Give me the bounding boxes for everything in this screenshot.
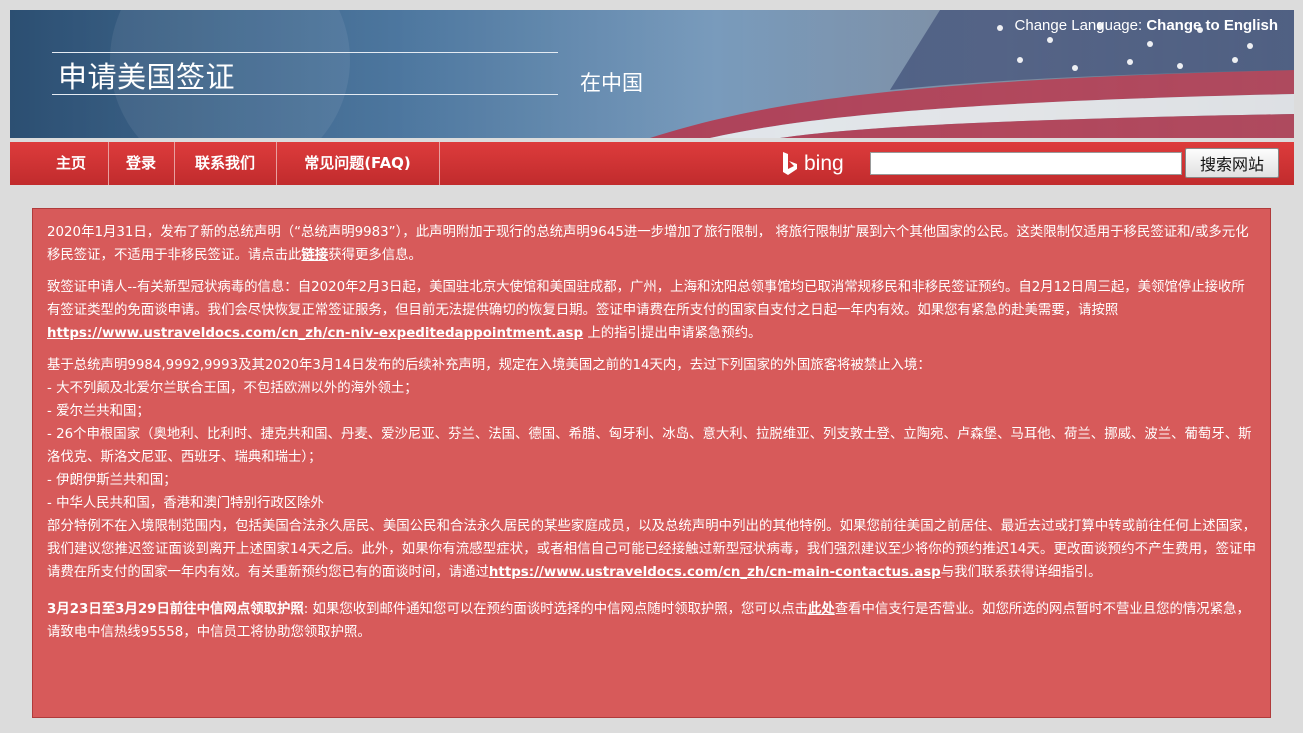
- search-input[interactable]: [870, 152, 1182, 175]
- notice-text: 致签证申请人--有关新型冠状病毒的信息：自2020年2月3日起，美国驻北京大使馆…: [47, 280, 1245, 318]
- notice-paragraph-passport: 3月23日至3月29日前往中信网点领取护照: 如果您收到邮件通知您可以在预约面谈…: [47, 598, 1256, 644]
- header-banner: Change Language: Change to English 申请美国签…: [10, 10, 1294, 138]
- expedited-appointment-link[interactable]: https://www.ustraveldocs.com/cn_zh/cn-ni…: [47, 326, 583, 341]
- notice-text: 获得更多信息。: [328, 248, 422, 263]
- page-subtitle: 在中国: [580, 71, 643, 95]
- search-site-button[interactable]: 搜索网站: [1185, 148, 1279, 178]
- notice-text: : 如果您收到邮件通知您可以在预约面谈时选择的中信网点随时领取护照，您可以点击: [303, 602, 808, 617]
- nav-item-login[interactable]: 登录: [108, 142, 175, 185]
- bing-logo: bing: [780, 149, 844, 179]
- notice-text: 2020年1月31日，发布了新的总统声明（“总统声明9983”），此声明附加于现…: [47, 225, 1249, 263]
- notice-text: 基于总统声明9984,9992,9993及其2020年3月14日发布的后续补充声…: [47, 358, 931, 373]
- main-nav: 主页 登录 联系我们 常见问题(FAQ) bing 搜索网站: [10, 142, 1294, 185]
- list-item: - 爱尔兰共和国；: [47, 404, 150, 419]
- change-to-english-link[interactable]: Change to English: [1146, 17, 1278, 34]
- nav-item-contact[interactable]: 联系我们: [174, 142, 277, 185]
- bing-label: bing: [804, 152, 844, 175]
- list-item: - 中华人民共和国，香港和澳门特别行政区除外: [47, 496, 324, 511]
- notice-text-block: 部分特例不在入境限制范围内，包括美国合法永久居民、美国公民和合法永久居民的某些家…: [47, 515, 1256, 584]
- covid-notice-box: 2020年1月31日，发布了新的总统声明（“总统声明9983”），此声明附加于现…: [32, 208, 1271, 718]
- page-title: 申请美国签证: [58, 60, 236, 94]
- list-item: - 26个申根国家（奥地利、比利时、捷克共和国、丹麦、爱沙尼亚、芬兰、法国、德国…: [47, 427, 1252, 465]
- page: Change Language: Change to English 申请美国签…: [0, 0, 1303, 733]
- passport-heading: 3月23日至3月29日前往中信网点领取护照: [47, 602, 304, 617]
- bing-icon: [783, 152, 797, 175]
- notice-paragraph-covid: 致签证申请人--有关新型冠状病毒的信息：自2020年2月3日起，美国驻北京大使馆…: [47, 276, 1256, 345]
- language-label: Change Language:: [1014, 17, 1143, 34]
- notice-text: 与我们联系获得详细指引。: [940, 565, 1102, 580]
- contact-us-link[interactable]: https://www.ustraveldocs.com/cn_zh/cn-ma…: [489, 565, 941, 580]
- notice-paragraph-travel-ban: 基于总统声明9984,9992,9993及其2020年3月14日发布的后续补充声…: [47, 354, 1256, 584]
- nav-item-faq[interactable]: 常见问题(FAQ): [276, 142, 440, 185]
- list-item: - 伊朗伊斯兰共和国；: [47, 473, 177, 488]
- notice-text: 上的指引提出申请紧急预约。: [583, 326, 762, 341]
- nav-item-home[interactable]: 主页: [34, 142, 109, 185]
- more-info-link[interactable]: 链接: [301, 248, 328, 263]
- language-switcher: Change Language: Change to English: [1015, 17, 1278, 34]
- list-item: - 大不列颠及北爱尔兰联合王国，不包括欧洲以外的海外领土；: [47, 381, 418, 396]
- here-link[interactable]: 此处: [808, 602, 835, 617]
- notice-paragraph-proclamation: 2020年1月31日，发布了新的总统声明（“总统声明9983”），此声明附加于现…: [47, 221, 1256, 267]
